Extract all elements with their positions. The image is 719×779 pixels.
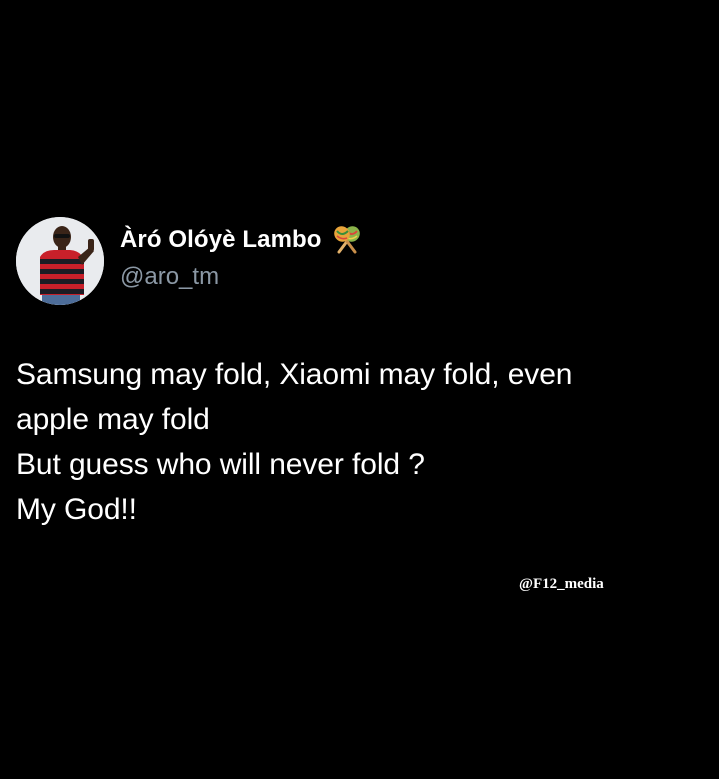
- tweet-header: Àró Olóyè Lambo @aro_tm: [16, 216, 696, 306]
- tweet-text-line: Samsung may fold, Xiaomi may fold, even: [16, 358, 573, 391]
- tweet-text-line: But guess who will never fold ?: [16, 448, 425, 481]
- maracas-icon: [333, 226, 360, 254]
- user-handle[interactable]: @aro_tm: [120, 263, 364, 291]
- display-name-row: Àró Olóyè Lambo: [120, 223, 364, 257]
- avatar-photo: [16, 217, 104, 305]
- tweet-text: Samsung may fold, Xiaomi may fold, even …: [16, 352, 696, 532]
- tweet-text-line: apple may fold: [16, 403, 210, 436]
- display-name[interactable]: Àró Olóyè Lambo: [120, 226, 322, 254]
- tweet-text-line: My God!!: [16, 493, 137, 526]
- tweet-card: Àró Olóyè Lambo @aro_tm Samsung may fold…: [16, 216, 696, 532]
- avatar[interactable]: [16, 217, 104, 305]
- user-names: Àró Olóyè Lambo @aro_tm: [120, 223, 364, 291]
- watermark: @F12_media: [519, 576, 604, 592]
